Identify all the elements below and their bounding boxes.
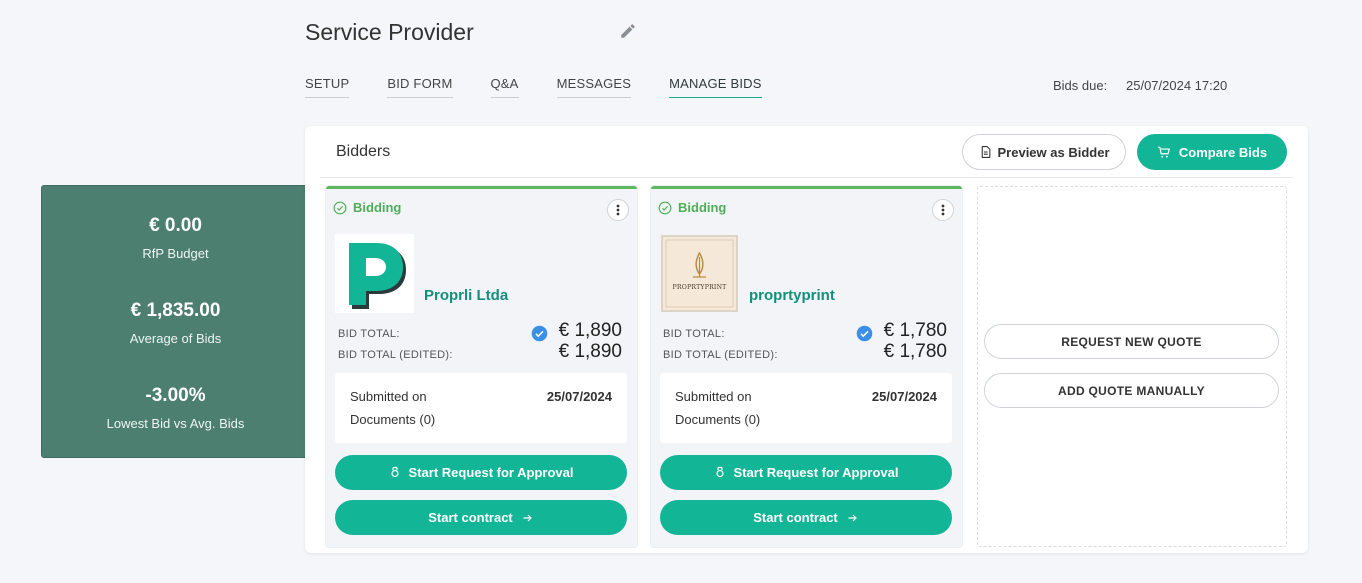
document-icon bbox=[981, 146, 990, 158]
budget-stat: € 0.00 RfP Budget bbox=[42, 215, 309, 261]
bidder-name[interactable]: proprtyprint bbox=[749, 287, 835, 304]
arrow-right-icon bbox=[523, 514, 532, 521]
start-approval-label: Start Request for Approval bbox=[408, 465, 574, 480]
average-label: Average of Bids bbox=[129, 331, 222, 346]
tab-qa[interactable]: Q&A bbox=[490, 76, 519, 98]
average-stat: € 1,835.00 Average of Bids bbox=[42, 300, 309, 346]
request-new-quote-button[interactable]: REQUEST NEW QUOTE bbox=[984, 324, 1279, 359]
kebab-icon bbox=[941, 204, 945, 216]
bid-total-value: € 1,780 bbox=[883, 320, 947, 341]
tab-bid-form[interactable]: BID FORM bbox=[387, 76, 453, 98]
pencil-icon[interactable] bbox=[619, 22, 637, 40]
budget-value: € 0.00 bbox=[149, 215, 202, 236]
start-approval-button[interactable]: Start Request for Approval bbox=[660, 455, 952, 490]
bid-total-label: BID TOTAL: bbox=[663, 328, 725, 340]
start-approval-button[interactable]: Start Request for Approval bbox=[335, 455, 627, 490]
proprli-logo bbox=[335, 234, 414, 313]
check-circle-icon bbox=[333, 201, 347, 214]
preview-as-bidder-label: Preview as Bidder bbox=[997, 144, 1110, 160]
card-menu-button[interactable] bbox=[607, 199, 629, 221]
bids-due-value: 25/07/2024 17:20 bbox=[1126, 78, 1228, 93]
tab-setup[interactable]: SETUP bbox=[305, 76, 350, 98]
bidder-card: Bidding PROPRTYPRINT proprtyprint BID TO… bbox=[651, 186, 962, 547]
tab-messages[interactable]: MESSAGES bbox=[556, 76, 632, 98]
award-icon bbox=[390, 466, 399, 478]
documents-link[interactable]: Documents (0) bbox=[675, 412, 760, 427]
lowest-value: -3.00% bbox=[145, 385, 206, 406]
bidder-card: Bidding Proprli Ltda BID TOTAL: € 1,890 … bbox=[326, 186, 637, 547]
compare-bids-button[interactable]: Compare Bids bbox=[1137, 134, 1287, 170]
award-icon bbox=[715, 466, 724, 478]
bids-due-label: Bids due: bbox=[1053, 78, 1108, 93]
logo-wordmark: PROPRTYPRINT bbox=[672, 284, 727, 291]
add-quote-manually-button[interactable]: ADD QUOTE MANUALLY bbox=[984, 373, 1279, 408]
bidders-panel: Bidders Preview as Bidder Compare Bids B… bbox=[305, 126, 1308, 553]
empty-bidder-slot: REQUEST NEW QUOTE ADD QUOTE MANUALLY bbox=[977, 186, 1287, 547]
lowest-stat: -3.00% Lowest Bid vs Avg. Bids bbox=[42, 385, 309, 431]
arrow-right-icon bbox=[848, 514, 857, 521]
bid-status: Bidding bbox=[658, 200, 726, 215]
bid-total-edited-label: BID TOTAL (EDITED): bbox=[663, 349, 778, 361]
submitted-label: Submitted on bbox=[350, 389, 427, 404]
panel-divider bbox=[320, 177, 1293, 178]
tab-manage-bids[interactable]: MANAGE BIDS bbox=[669, 76, 762, 98]
submission-info: Submitted on 25/07/2024 Documents (0) bbox=[335, 373, 627, 443]
verified-check-icon bbox=[856, 325, 873, 342]
submission-info: Submitted on 25/07/2024 Documents (0) bbox=[660, 373, 952, 443]
preview-as-bidder-button[interactable]: Preview as Bidder bbox=[962, 134, 1126, 170]
cart-icon bbox=[1158, 146, 1170, 158]
start-approval-label: Start Request for Approval bbox=[733, 465, 899, 480]
bid-total-label: BID TOTAL: bbox=[338, 328, 400, 340]
submitted-date: 25/07/2024 bbox=[546, 389, 612, 404]
submitted-label: Submitted on bbox=[675, 389, 752, 404]
lowest-label: Lowest Bid vs Avg. Bids bbox=[106, 416, 245, 431]
tab-bar: SETUP BID FORM Q&A MESSAGES MANAGE BIDS bbox=[305, 76, 800, 98]
bid-total-edited-value: € 1,780 bbox=[883, 341, 947, 362]
average-value: € 1,835.00 bbox=[130, 300, 221, 321]
bidder-name[interactable]: Proprli Ltda bbox=[424, 287, 508, 304]
bid-status: Bidding bbox=[333, 200, 401, 215]
check-circle-icon bbox=[658, 201, 672, 214]
card-menu-button[interactable] bbox=[932, 199, 954, 221]
bidders-title: Bidders bbox=[336, 143, 391, 160]
bid-status-label: Bidding bbox=[353, 200, 402, 215]
kebab-icon bbox=[616, 204, 620, 216]
bid-total-value: € 1,890 bbox=[558, 320, 622, 341]
start-contract-button[interactable]: Start contract bbox=[335, 500, 627, 535]
bid-total-edited-value: € 1,890 bbox=[558, 341, 622, 362]
start-contract-label: Start contract bbox=[753, 510, 838, 525]
bidder-logo: PROPRTYPRINT bbox=[661, 235, 738, 312]
start-contract-button[interactable]: Start contract bbox=[660, 500, 952, 535]
page-title: Service Provider bbox=[305, 19, 474, 45]
budget-label: RfP Budget bbox=[142, 246, 209, 261]
bid-status-label: Bidding bbox=[678, 200, 727, 215]
proprtyprint-logo: PROPRTYPRINT bbox=[663, 237, 736, 310]
documents-link[interactable]: Documents (0) bbox=[350, 412, 435, 427]
submitted-date: 25/07/2024 bbox=[871, 389, 937, 404]
verified-check-icon bbox=[531, 325, 548, 342]
start-contract-label: Start contract bbox=[428, 510, 513, 525]
bid-summary-panel: € 0.00 RfP Budget € 1,835.00 Average of … bbox=[41, 185, 310, 458]
bid-total-edited-label: BID TOTAL (EDITED): bbox=[338, 349, 453, 361]
compare-bids-label: Compare Bids bbox=[1178, 144, 1268, 160]
bidder-logo bbox=[335, 234, 414, 313]
